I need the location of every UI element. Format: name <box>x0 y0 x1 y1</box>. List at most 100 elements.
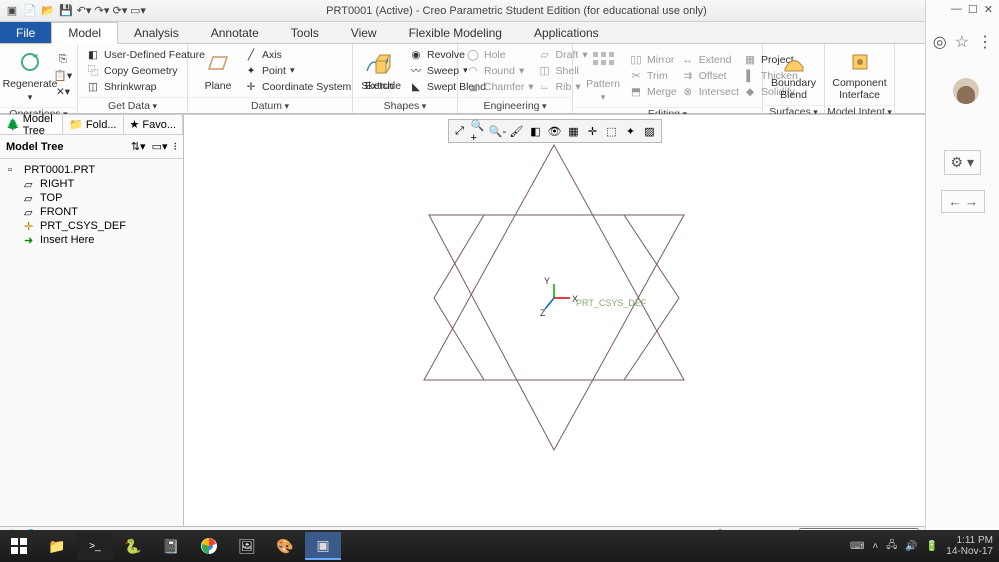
paint-taskbar[interactable]: 🎨 <box>267 532 303 560</box>
mirror-button[interactable]: ▯▯Mirror <box>629 53 677 67</box>
extension-icon[interactable]: ◎ <box>933 32 947 52</box>
delete-button[interactable]: ✕▾ <box>56 85 70 99</box>
tree-icon: 🌲 <box>6 118 20 131</box>
paste-icon: 📋▾ <box>56 69 70 83</box>
python-taskbar[interactable]: 🐍 <box>115 532 151 560</box>
workspace: 🌲Model Tree 📁Fold... ★Favo... Model Tree… <box>0 114 925 528</box>
nav-tab-favorites[interactable]: ★Favo... <box>124 115 184 134</box>
solidify-icon: ◆ <box>743 85 757 99</box>
component-interface-icon <box>846 48 874 76</box>
tree-filter-icon[interactable]: ⇅▾ <box>131 140 146 153</box>
terminal-taskbar[interactable]: >_ <box>77 532 113 560</box>
sweep-icon: 〰 <box>409 64 423 78</box>
tab-analysis[interactable]: Analysis <box>118 22 195 43</box>
chamfer-button[interactable]: ◢Chamfer ▾ <box>466 80 534 94</box>
photos-taskbar[interactable]: 🖼 <box>229 532 265 560</box>
quick-access-toolbar: ▣ 📄 📂 💾 ↶▾ ↷▾ ⟳▾ ▭▾ <box>0 3 150 19</box>
extrude-icon <box>369 50 397 78</box>
axis-button[interactable]: ╱Axis <box>244 48 351 62</box>
tree-insert-here[interactable]: ➜Insert Here <box>22 233 177 247</box>
component-interface-button[interactable]: Component Interface <box>833 46 886 103</box>
tab-view[interactable]: View <box>335 22 393 43</box>
getdata-label[interactable]: Get Data <box>108 100 157 112</box>
copygeom-icon: ⿻ <box>86 64 100 78</box>
hole-button[interactable]: ◯Hole <box>466 48 534 62</box>
tab-model[interactable]: Model <box>51 22 118 44</box>
tree-header-label: Model Tree <box>6 141 63 153</box>
outer-close-icon[interactable]: ✕ <box>984 3 993 16</box>
merge-button[interactable]: ⬒Merge <box>629 85 677 99</box>
intersect-button[interactable]: ⊗Intersect <box>681 85 739 99</box>
nav-tab-folder[interactable]: 📁Fold... <box>63 115 123 134</box>
nav-back-forward[interactable]: ← → <box>941 190 985 213</box>
menu-icon[interactable]: ⋮ <box>977 32 993 52</box>
tree-csys[interactable]: ✛PRT_CSYS_DEF <box>22 219 177 233</box>
tab-tools[interactable]: Tools <box>275 22 335 43</box>
trim-button[interactable]: ✂Trim <box>629 69 677 83</box>
tab-applications[interactable]: Applications <box>518 22 615 43</box>
axis-z-label: Z <box>540 308 546 318</box>
user-avatar[interactable] <box>953 78 979 104</box>
outer-minimize-icon[interactable]: — <box>951 3 962 16</box>
tree-root[interactable]: ▫PRT0001.PRT <box>6 163 177 177</box>
outer-maximize-icon[interactable]: ☐ <box>968 3 978 16</box>
paste-button[interactable]: 📋▾ <box>56 69 70 83</box>
hole-icon: ◯ <box>466 48 480 62</box>
battery-tray-icon[interactable]: 🔋 <box>926 541 938 552</box>
datum-label[interactable]: Datum <box>251 100 289 112</box>
bookmark-star-icon[interactable]: ☆ <box>955 32 969 52</box>
open-icon[interactable]: 📂 <box>40 3 56 19</box>
ribbon-group-getdata: ◧User-Defined Feature ⿻Copy Geometry ◫Sh… <box>78 44 188 113</box>
copy-button[interactable]: ⎘ <box>56 53 70 67</box>
offset-button[interactable]: ⇉Offset <box>681 69 739 83</box>
round-button[interactable]: ◠Round ▾ <box>466 64 534 78</box>
tree-top-plane[interactable]: ▱TOP <box>22 191 177 205</box>
project-icon: ▦ <box>743 53 757 67</box>
clock-date: 14-Nov-17 <box>946 546 993 557</box>
ribbon-group-engineering: ◯Hole ◠Round ▾ ◢Chamfer ▾ ▱Draft ▾ ◫Shel… <box>458 44 573 113</box>
keyboard-tray-icon[interactable]: ⌨ <box>850 541 864 552</box>
datum-plane-icon: ▱ <box>24 178 36 190</box>
tab-annotate[interactable]: Annotate <box>195 22 275 43</box>
redo-icon[interactable]: ↷▾ <box>94 3 110 19</box>
graphics-canvas[interactable]: ⤢ 🔍+ 🔍- 🖌 ◧ 👁 ▦ ✛ ⬚ ✦ ▨ <box>184 115 925 528</box>
notepad-taskbar[interactable]: 📓 <box>153 532 189 560</box>
boundary-blend-button[interactable]: Boundary Blend <box>771 46 816 103</box>
tab-flexible-modeling[interactable]: Flexible Modeling <box>393 22 518 43</box>
tree-front-plane[interactable]: ▱FRONT <box>22 205 177 219</box>
shrinkwrap-icon: ◫ <box>86 80 100 94</box>
extend-button[interactable]: ↔Extend <box>681 53 739 67</box>
tree-show-icon[interactable]: ▭▾ <box>152 140 168 153</box>
tree-settings-icon[interactable]: ⁝ <box>174 140 178 153</box>
windows-icon[interactable]: ▭▾ <box>130 3 146 19</box>
regenerate-label: Regenerate <box>3 78 58 90</box>
volume-tray-icon[interactable]: 🔊 <box>905 541 917 552</box>
folder-icon: 📁 <box>69 118 83 131</box>
chrome-taskbar[interactable] <box>191 532 227 560</box>
nav-tab-model-tree[interactable]: 🌲Model Tree <box>0 115 63 134</box>
file-explorer-taskbar[interactable]: 📁 <box>39 532 75 560</box>
pattern-button[interactable]: Pattern ▾ <box>581 46 625 105</box>
tray-up-icon[interactable]: ˄ <box>872 541 878 552</box>
creo-taskbar[interactable]: ▣ <box>305 532 341 560</box>
trim-icon: ✂ <box>629 69 643 83</box>
shapes-label[interactable]: Shapes <box>384 100 427 112</box>
new-icon[interactable]: 📄 <box>22 3 38 19</box>
delete-icon: ✕▾ <box>56 85 70 99</box>
extrude-button[interactable]: Extrude <box>361 48 405 94</box>
tree-right-plane[interactable]: ▱RIGHT <box>22 177 177 191</box>
regenerate-button[interactable]: Regenerate ▾ <box>8 46 52 105</box>
network-tray-icon[interactable]: 🖧 <box>886 538 897 555</box>
plane-button[interactable]: Plane <box>196 48 240 94</box>
start-button[interactable] <box>1 532 37 560</box>
settings-gear-icon[interactable]: ⚙ ▾ <box>944 150 981 175</box>
engineering-label[interactable]: Engineering <box>483 100 546 112</box>
tab-file[interactable]: File <box>0 22 51 43</box>
undo-icon[interactable]: ↶▾ <box>76 3 92 19</box>
regenerate-icon[interactable]: ⟳▾ <box>112 3 128 19</box>
point-button[interactable]: ✦Point ▾ <box>244 64 351 78</box>
csys-button[interactable]: ✛Coordinate System <box>244 80 351 94</box>
save-icon[interactable]: 💾 <box>58 3 74 19</box>
clock[interactable]: 1:11 PM 14-Nov-17 <box>946 535 993 557</box>
system-tray: ⌨ ˄ 🖧 🔊 🔋 1:11 PM 14-Nov-17 <box>850 535 999 557</box>
